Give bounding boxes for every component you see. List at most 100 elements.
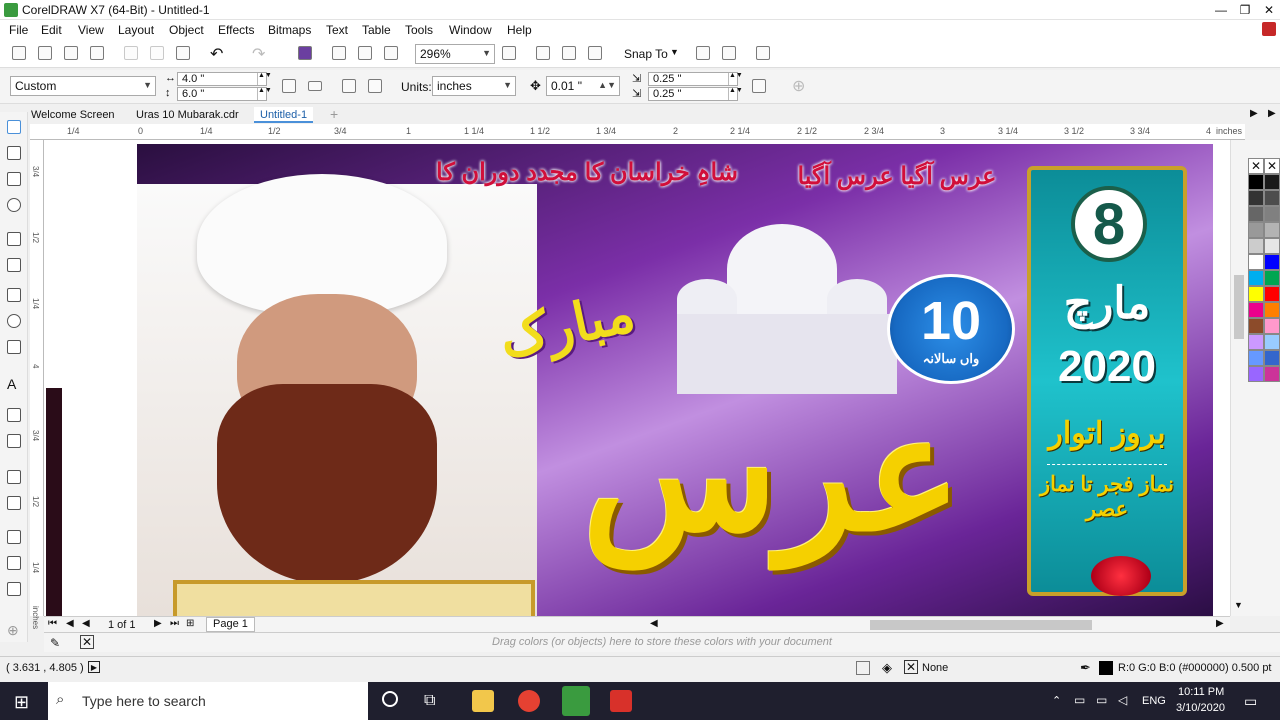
chevron-right-icon[interactable]: ▶ — [1250, 108, 1258, 119]
interactive-fill-icon[interactable] — [7, 556, 21, 570]
nudge-distance-field[interactable]: 0.01 " ▲▼ — [546, 76, 620, 96]
color-proof-icon[interactable] — [856, 661, 870, 675]
clock-date[interactable]: 3/10/2020 — [1176, 702, 1225, 714]
no-color-swatch[interactable]: ✕ — [1264, 158, 1280, 174]
color-swatch[interactable] — [1264, 350, 1280, 366]
color-swatch[interactable] — [1264, 286, 1280, 302]
notifications-icon[interactable]: ▭ — [1244, 693, 1257, 710]
color-swatch[interactable] — [1248, 238, 1264, 254]
snap-to-dropdown[interactable]: Snap To — [624, 47, 668, 61]
treat-as-filled-icon[interactable] — [752, 79, 766, 93]
add-tool-icon[interactable]: ⊕ — [7, 622, 19, 639]
spin-icon[interactable]: ▲▼ — [728, 72, 743, 85]
color-swatch[interactable] — [1248, 334, 1264, 350]
coreldraw-taskbar-icon[interactable] — [562, 686, 590, 716]
language-indicator[interactable]: ENG — [1142, 695, 1166, 707]
view-mode-icon[interactable] — [562, 46, 576, 60]
color-swatch[interactable] — [1264, 270, 1280, 286]
shape-tool-icon[interactable] — [7, 146, 21, 160]
rectangle-tool-icon[interactable] — [7, 288, 21, 302]
portrait-photo[interactable] — [137, 174, 537, 616]
scrollbar-thumb[interactable] — [1234, 275, 1244, 339]
add-icon[interactable]: ⊕ — [792, 76, 805, 96]
spin-icon[interactable]: ▲▼ — [257, 72, 272, 85]
units-select[interactable]: inches ▼ — [432, 76, 516, 96]
play-icon[interactable]: ▶ — [88, 661, 100, 673]
color-swatch[interactable] — [1264, 254, 1280, 270]
windows-start-icon[interactable]: ⊞ — [14, 692, 29, 713]
crop-tool-icon[interactable] — [7, 172, 21, 186]
redo-icon[interactable]: ↷ — [252, 44, 265, 64]
chrome-icon[interactable] — [518, 690, 540, 712]
color-swatch[interactable] — [1248, 222, 1264, 238]
last-page-icon[interactable]: ⏭ — [170, 618, 179, 629]
previous-page-icon[interactable]: ◀ — [66, 618, 74, 629]
chevron-down-icon[interactable]: ▼ — [1234, 600, 1243, 610]
color-swatch[interactable] — [1248, 254, 1264, 270]
freehand-tool-icon[interactable] — [7, 232, 21, 246]
open-icon[interactable] — [38, 46, 52, 60]
welcome-screen-icon[interactable] — [756, 46, 770, 60]
task-view-icon[interactable]: ⧉ — [424, 692, 435, 710]
save-icon[interactable] — [64, 46, 78, 60]
options-icon[interactable] — [696, 46, 710, 60]
cut-icon[interactable] — [124, 46, 138, 60]
taskbar-search-box[interactable]: ⌕ Type here to search — [48, 682, 368, 720]
export-icon[interactable] — [358, 46, 372, 60]
anniversary-badge[interactable]: 10 واں سالانہ — [887, 274, 1015, 384]
paste-icon[interactable] — [176, 46, 190, 60]
spin-icon[interactable]: ▲▼ — [728, 87, 743, 100]
menu-object[interactable]: Object — [169, 23, 204, 37]
clock-time[interactable]: 10:11 PM — [1178, 686, 1224, 698]
headline-left[interactable]: شاہِ خراسان کا مجدد دوران کا — [427, 158, 747, 187]
eyedropper-icon[interactable]: ✎ — [50, 636, 60, 650]
previous-page-icon[interactable]: ◀ — [82, 618, 90, 629]
volume-icon[interactable]: ◁ — [1118, 693, 1127, 707]
network-icon[interactable]: ▭ — [1074, 693, 1085, 707]
import-icon[interactable] — [332, 46, 346, 60]
color-swatch[interactable] — [1248, 270, 1264, 286]
color-swatch[interactable] — [1264, 334, 1280, 350]
polygon-tool-icon[interactable] — [7, 340, 21, 354]
gold-frame[interactable] — [173, 580, 535, 616]
menu-layout[interactable]: Layout — [118, 23, 154, 37]
tab-untitled-1[interactable]: Untitled-1 — [254, 107, 314, 123]
scroll-right-icon[interactable]: ▶ — [1216, 618, 1224, 629]
tab-uras-10-mubarak[interactable]: Uras 10 Mubarak.cdr — [130, 107, 245, 123]
cortana-icon[interactable] — [382, 691, 398, 707]
undo-icon[interactable]: ↶ — [210, 44, 223, 64]
first-page-icon[interactable]: ⏮ — [48, 618, 57, 629]
no-color-swatch[interactable]: ✕ — [1248, 158, 1264, 174]
menu-text[interactable]: Text — [326, 23, 348, 37]
search-content-icon[interactable] — [298, 46, 312, 60]
ellipse-tool-icon[interactable] — [7, 314, 21, 328]
connector-tool-icon[interactable] — [7, 434, 21, 448]
artistic-media-icon[interactable] — [7, 258, 21, 272]
copy-icon[interactable] — [150, 46, 164, 60]
publish-pdf-icon[interactable] — [384, 46, 398, 60]
tab-welcome-screen[interactable]: Welcome Screen — [25, 107, 121, 123]
account-icon[interactable] — [1262, 22, 1276, 36]
maximize-button[interactable]: ❐ — [1234, 2, 1256, 18]
color-swatch[interactable] — [1264, 366, 1280, 382]
duplicate-distance-x-field[interactable]: 0.25 " ▲▼ — [648, 72, 743, 86]
offpage-object[interactable] — [46, 388, 62, 616]
next-page-icon[interactable]: ▶ — [154, 618, 162, 629]
battery-icon[interactable]: ▭ — [1096, 693, 1107, 707]
page-height-field[interactable]: 6.0 " ▲▼ — [177, 87, 272, 101]
color-swatch[interactable] — [1248, 190, 1264, 206]
mosque-image[interactable] — [677, 224, 897, 394]
eyedropper-icon[interactable] — [7, 530, 21, 544]
tab-page-1[interactable]: Page 1 — [206, 617, 255, 632]
menu-tools[interactable]: Tools — [405, 23, 433, 37]
add-page-icon[interactable]: ⊞ — [186, 618, 194, 629]
zoom-to-page-icon[interactable] — [502, 46, 516, 60]
new-document-icon[interactable] — [12, 46, 26, 60]
minimize-button[interactable]: — — [1210, 2, 1232, 18]
menu-edit[interactable]: Edit — [41, 23, 62, 37]
chevron-up-icon[interactable]: ⌃ — [1052, 694, 1061, 707]
page-width-field[interactable]: 4.0 " ▲▼ — [177, 72, 272, 86]
menu-help[interactable]: Help — [507, 23, 532, 37]
page-size-select[interactable]: Custom ▼ — [10, 76, 156, 96]
text-tool-icon[interactable]: A — [7, 376, 16, 392]
